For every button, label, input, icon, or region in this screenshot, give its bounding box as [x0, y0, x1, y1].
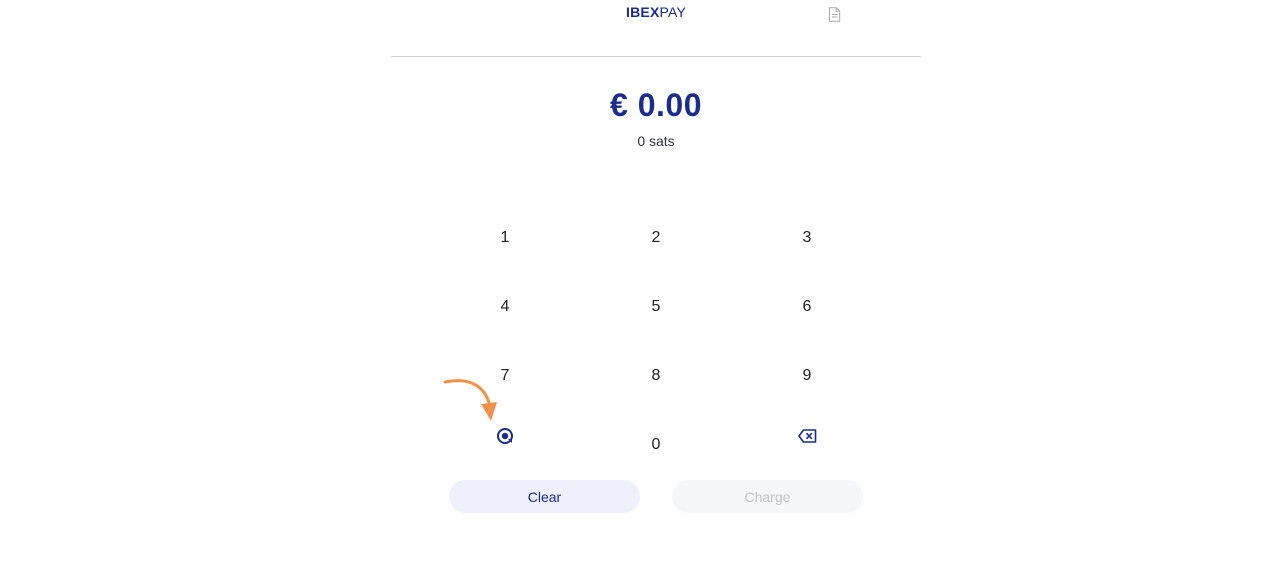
charge-button[interactable]: Charge — [672, 480, 863, 513]
lightning-scan-icon — [497, 428, 513, 444]
key-5[interactable]: 5 — [596, 282, 716, 332]
key-3[interactable]: 3 — [747, 213, 867, 263]
transactions-button[interactable] — [825, 5, 843, 23]
header: IBEXPAY — [391, 0, 921, 57]
footer-hint — [0, 556, 1280, 564]
sats-display: 0 sats — [637, 133, 675, 149]
logo-bold-text: IBEX — [626, 4, 660, 20]
key-7[interactable]: 7 — [445, 351, 565, 401]
document-icon — [828, 6, 840, 22]
scan-key[interactable] — [445, 411, 565, 461]
key-8[interactable]: 8 — [596, 351, 716, 401]
logo-light-text: PAY — [659, 4, 687, 20]
backspace-icon — [797, 429, 816, 443]
ibexpay-logo: IBEXPAY — [626, 4, 686, 20]
key-6[interactable]: 6 — [747, 282, 867, 332]
key-2[interactable]: 2 — [596, 213, 716, 263]
key-4[interactable]: 4 — [445, 282, 565, 332]
key-1[interactable]: 1 — [445, 213, 565, 263]
backspace-key[interactable] — [747, 411, 867, 461]
amount-display: € 0.00 — [610, 87, 702, 123]
clear-button[interactable]: Clear — [449, 480, 640, 513]
key-9[interactable]: 9 — [747, 351, 867, 401]
key-0[interactable]: 0 — [596, 420, 716, 470]
pos-page: IBEXPAY € 0.00 0 sats 1 2 3 4 5 6 7 8 9 … — [0, 0, 1280, 564]
